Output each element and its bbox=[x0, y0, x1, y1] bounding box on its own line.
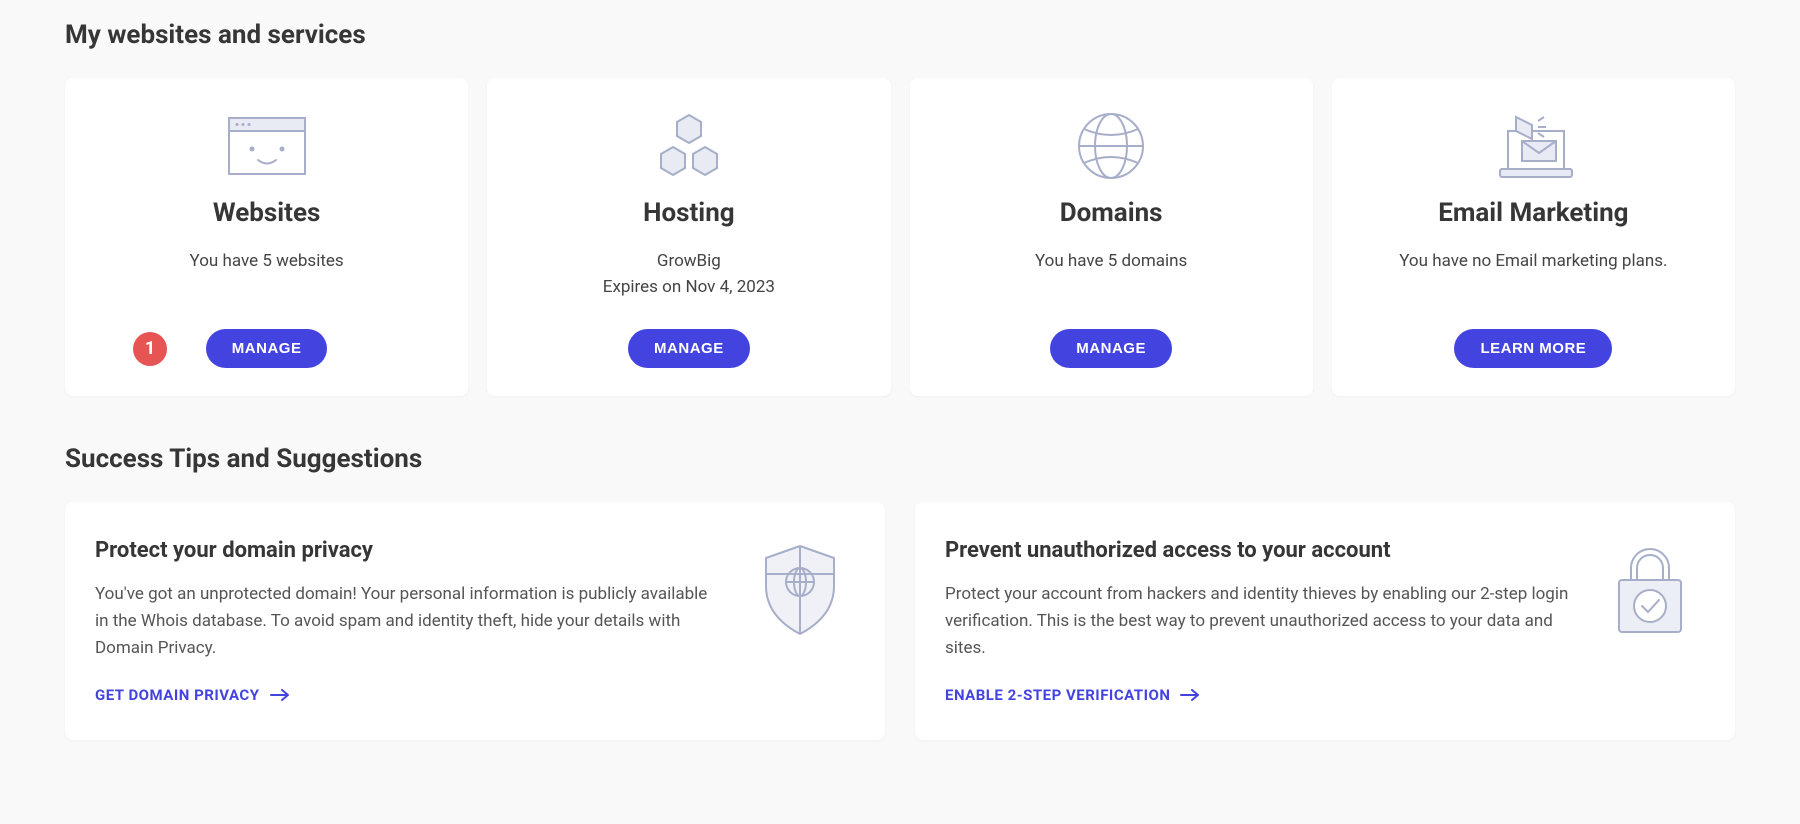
domain-privacy-tip-card: Protect your domain privacy You've got a… bbox=[65, 502, 885, 740]
websites-card: Websites You have 5 websites 1 MANAGE bbox=[65, 78, 468, 396]
hosting-plan-name: GrowBig bbox=[657, 251, 721, 271]
enable-two-step-link-label: ENABLE 2-STEP VERIFICATION bbox=[945, 686, 1170, 704]
browser-window-icon bbox=[228, 106, 306, 186]
websites-card-title: Websites bbox=[213, 198, 320, 228]
arrow-right-icon bbox=[1180, 689, 1200, 701]
two-step-tip-desc: Protect your account from hackers and id… bbox=[945, 581, 1575, 663]
websites-notification-badge: 1 bbox=[133, 332, 167, 366]
domains-card-title: Domains bbox=[1060, 198, 1163, 228]
services-section-title: My websites and services bbox=[65, 20, 1735, 50]
tips-row: Protect your domain privacy You've got a… bbox=[65, 502, 1735, 740]
hosting-card: Hosting GrowBig Expires on Nov 4, 2023 M… bbox=[487, 78, 890, 396]
two-step-tip-card: Prevent unauthorized access to your acco… bbox=[915, 502, 1735, 740]
domains-card: Domains You have 5 domains MANAGE bbox=[910, 78, 1313, 396]
domains-card-desc: You have 5 domains bbox=[1035, 248, 1187, 274]
services-cards-row: Websites You have 5 websites 1 MANAGE Ho… bbox=[65, 78, 1735, 396]
hosting-card-desc: GrowBig Expires on Nov 4, 2023 bbox=[603, 248, 775, 301]
email-marketing-card-desc: You have no Email marketing plans. bbox=[1399, 248, 1667, 274]
domain-privacy-tip-title: Protect your domain privacy bbox=[95, 538, 725, 563]
websites-manage-button[interactable]: MANAGE bbox=[206, 329, 328, 368]
shield-globe-icon bbox=[755, 538, 845, 638]
email-marketing-learn-more-button[interactable]: LEARN MORE bbox=[1454, 329, 1612, 368]
hosting-manage-button[interactable]: MANAGE bbox=[628, 329, 750, 368]
websites-card-desc: You have 5 websites bbox=[190, 248, 344, 274]
email-marketing-card-title: Email Marketing bbox=[1438, 198, 1628, 228]
domains-manage-button[interactable]: MANAGE bbox=[1050, 329, 1172, 368]
arrow-right-icon bbox=[270, 689, 290, 701]
enable-two-step-link[interactable]: ENABLE 2-STEP VERIFICATION bbox=[945, 686, 1200, 704]
globe-icon bbox=[1076, 106, 1146, 186]
get-domain-privacy-link-label: GET DOMAIN PRIVACY bbox=[95, 686, 260, 704]
hosting-expiry: Expires on Nov 4, 2023 bbox=[603, 277, 775, 297]
get-domain-privacy-link[interactable]: GET DOMAIN PRIVACY bbox=[95, 686, 290, 704]
email-marketing-card: Email Marketing You have no Email market… bbox=[1332, 78, 1735, 396]
tips-section-title: Success Tips and Suggestions bbox=[65, 444, 1735, 474]
hexagons-icon bbox=[654, 106, 724, 186]
domain-privacy-tip-desc: You've got an unprotected domain! Your p… bbox=[95, 581, 725, 663]
padlock-check-icon bbox=[1605, 538, 1695, 638]
two-step-tip-title: Prevent unauthorized access to your acco… bbox=[945, 538, 1575, 563]
hosting-card-title: Hosting bbox=[643, 198, 735, 228]
megaphone-laptop-icon bbox=[1488, 106, 1578, 186]
